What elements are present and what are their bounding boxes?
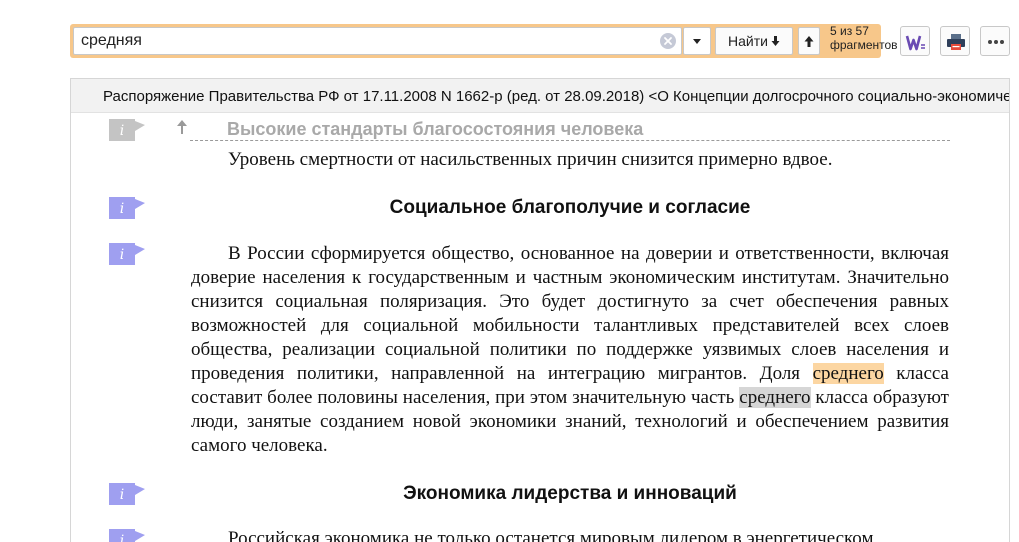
svg-text:i: i bbox=[120, 487, 124, 503]
section-heading: Социальное благополучие и согласие bbox=[389, 197, 751, 218]
clear-search-icon[interactable] bbox=[660, 33, 676, 49]
info-icon[interactable]: i bbox=[109, 119, 145, 141]
find-button-label: Найти bbox=[728, 33, 768, 49]
search-match[interactable]: среднего bbox=[739, 387, 811, 408]
body-text-line: Российская экономика не только останется… bbox=[228, 528, 874, 542]
svg-text:i: i bbox=[120, 533, 124, 542]
info-icon[interactable]: i bbox=[109, 483, 145, 505]
search-bar: Найти 5 из 57 фрагментов bbox=[70, 24, 898, 58]
svg-text:i: i bbox=[120, 201, 124, 217]
info-icon[interactable]: i bbox=[109, 243, 145, 265]
print-button[interactable] bbox=[940, 26, 970, 56]
section-heading: Экономика лидерства и инноваций bbox=[403, 483, 737, 504]
search-history-dropdown[interactable] bbox=[683, 27, 711, 55]
svg-text:i: i bbox=[120, 123, 124, 139]
export-word-button[interactable] bbox=[900, 26, 930, 56]
arrow-down-icon bbox=[771, 36, 780, 46]
print-icon bbox=[947, 34, 965, 50]
find-previous-button[interactable] bbox=[798, 27, 820, 55]
document-header: Распоряжение Правительства РФ от 17.11.2… bbox=[71, 79, 1009, 113]
section-divider bbox=[190, 140, 950, 141]
chevron-down-icon bbox=[693, 39, 701, 44]
svg-text:i: i bbox=[120, 247, 124, 263]
search-input[interactable] bbox=[73, 27, 682, 55]
scroll-up-arrow-icon[interactable] bbox=[176, 120, 188, 134]
more-options-button[interactable] bbox=[980, 26, 1010, 56]
info-icon[interactable]: i bbox=[109, 529, 145, 542]
info-icon[interactable]: i bbox=[109, 197, 145, 219]
body-paragraph: В России сформируется общество, основанн… bbox=[191, 242, 949, 458]
previous-section-title[interactable]: Высокие стандарты благосостояния человек… bbox=[227, 119, 643, 140]
search-match-current[interactable]: среднего bbox=[812, 363, 884, 384]
document-title: Распоряжение Правительства РФ от 17.11.2… bbox=[103, 88, 1009, 105]
body-text-line: Уровень смертности от насильственных при… bbox=[228, 149, 833, 170]
arrow-up-icon bbox=[804, 36, 814, 47]
find-button[interactable]: Найти bbox=[715, 27, 793, 55]
more-icon bbox=[988, 40, 1004, 44]
word-export-icon bbox=[905, 35, 925, 51]
match-counter: 5 из 57 фрагментов bbox=[830, 24, 898, 52]
